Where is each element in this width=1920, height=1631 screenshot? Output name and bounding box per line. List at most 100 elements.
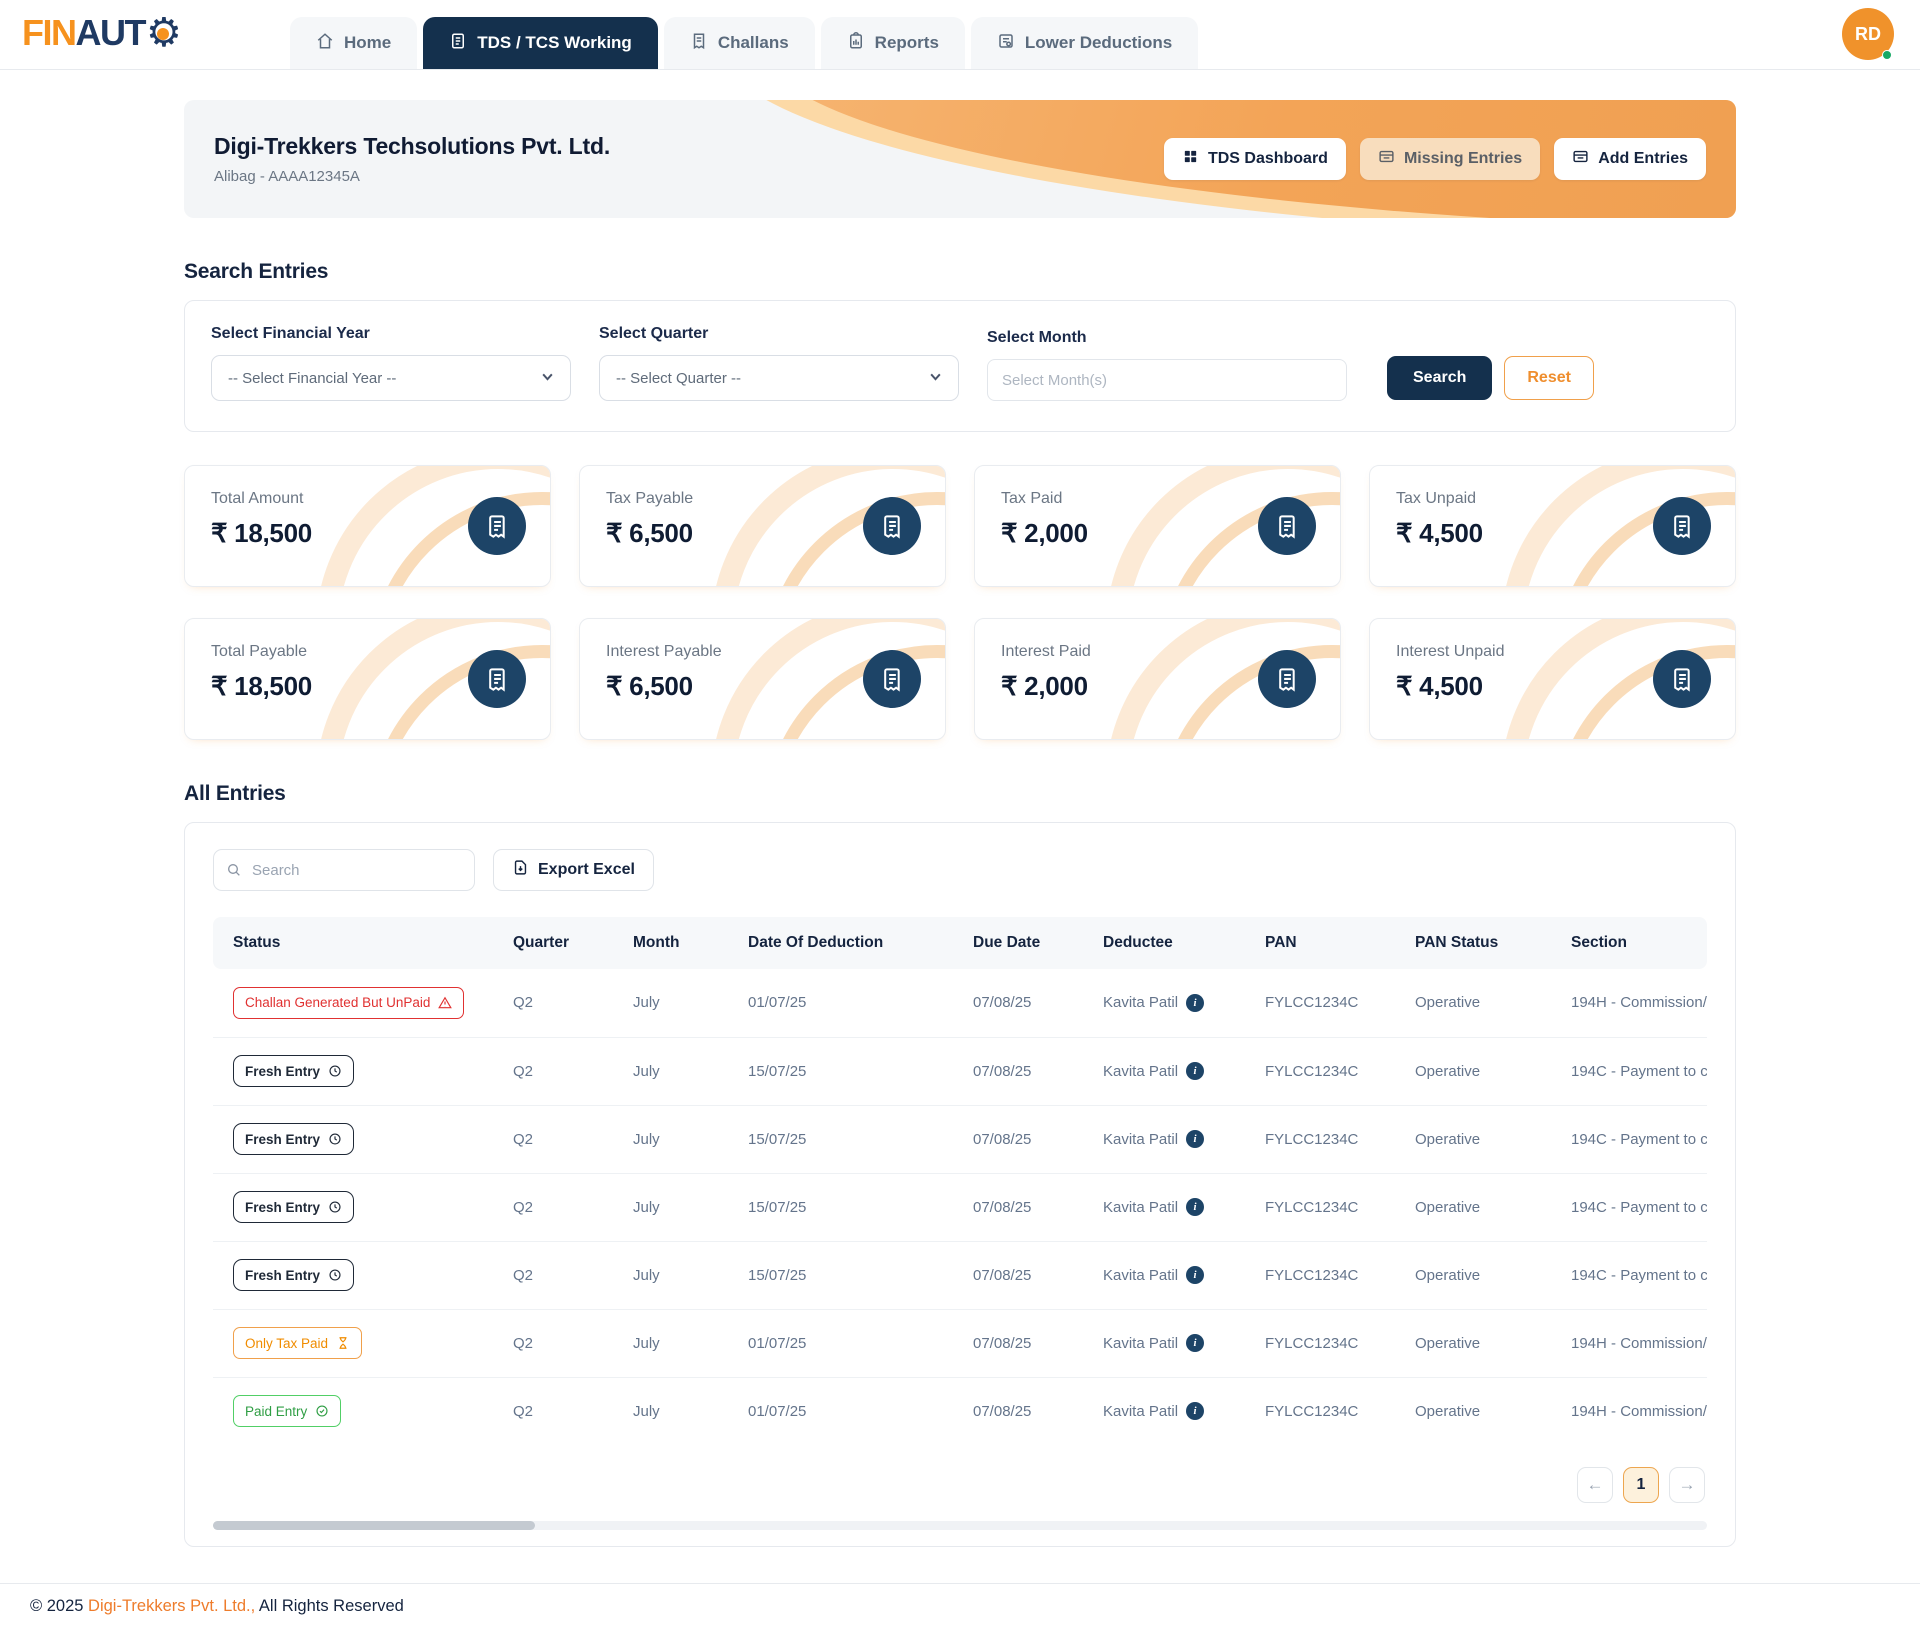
status-badge-fresh-entry: Fresh Entry — [233, 1055, 354, 1087]
cell-section: 194C - Payment to c — [1561, 1105, 1707, 1173]
stat-card-tax-paid: Tax Paid ₹ 2,000 — [974, 465, 1341, 587]
col-date-of-deduction: Date Of Deduction — [738, 917, 963, 969]
cell-pan: FYLCC1234C — [1255, 1377, 1405, 1445]
financial-year-select[interactable]: -- Select Financial Year -- — [211, 355, 571, 401]
col-deductee: Deductee — [1093, 917, 1255, 969]
tab-challans[interactable]: Challans — [664, 17, 815, 69]
home-icon — [316, 32, 334, 55]
info-icon[interactable]: i — [1186, 1198, 1204, 1216]
page-content: Digi-Trekkers Techsolutions Pvt. Ltd. Al… — [184, 70, 1736, 1583]
copyright-suffix: All Rights Reserved — [255, 1597, 404, 1615]
badge-label: Fresh Entry — [245, 1064, 320, 1079]
gear-icon: ⚙ — [146, 15, 180, 51]
stat-card-interest-paid: Interest Paid ₹ 2,000 — [974, 618, 1341, 740]
selected-value: -- Select Financial Year -- — [228, 370, 396, 387]
page-1-button[interactable]: 1 — [1623, 1467, 1659, 1503]
table-row: Only Tax Paid Q2 July 01/07/25 07/08/25 … — [213, 1309, 1707, 1377]
info-icon[interactable]: i — [1186, 994, 1204, 1012]
main-tabs: Home TDS / TCS Working Challans Reports … — [290, 17, 1198, 69]
table-row: Paid Entry Q2 July 01/07/25 07/08/25 Kav… — [213, 1377, 1707, 1445]
add-entries-button[interactable]: Add Entries — [1554, 138, 1706, 180]
cell-pan: FYLCC1234C — [1255, 1105, 1405, 1173]
cell-pan: FYLCC1234C — [1255, 969, 1405, 1037]
receipt-icon — [468, 650, 526, 708]
clock-icon — [328, 1200, 342, 1214]
reset-button[interactable]: Reset — [1504, 356, 1594, 400]
chevron-down-icon — [541, 370, 554, 387]
chevron-down-icon — [929, 370, 942, 387]
entries-table: Status Quarter Month Date Of Deduction D… — [213, 917, 1707, 1445]
table-row: Fresh Entry Q2 July 15/07/25 07/08/25 Ka… — [213, 1037, 1707, 1105]
prev-page-button[interactable]: ← — [1577, 1467, 1613, 1503]
company-link[interactable]: Digi-Trekkers Pvt. Ltd., — [88, 1597, 255, 1615]
info-icon[interactable]: i — [1186, 1402, 1204, 1420]
hourglass-icon — [336, 1336, 350, 1350]
table-row: Fresh Entry Q2 July 15/07/25 07/08/25 Ka… — [213, 1105, 1707, 1173]
tab-reports[interactable]: Reports — [821, 17, 965, 69]
tab-home[interactable]: Home — [290, 17, 417, 69]
cell-quarter: Q2 — [503, 1037, 623, 1105]
col-pan-status: PAN Status — [1405, 917, 1561, 969]
receipt-icon — [1258, 650, 1316, 708]
info-icon[interactable]: i — [1186, 1062, 1204, 1080]
cell-pan: FYLCC1234C — [1255, 1173, 1405, 1241]
cell-quarter: Q2 — [503, 1173, 623, 1241]
cell-date-of-deduction: 01/07/25 — [738, 969, 963, 1037]
cell-deductee: Kavita Patil — [1103, 994, 1178, 1011]
tab-label: Reports — [875, 33, 939, 53]
cell-date-of-deduction: 15/07/25 — [738, 1105, 963, 1173]
horizontal-scrollbar — [213, 1521, 1707, 1530]
quarter-field: Select Quarter -- Select Quarter -- — [599, 325, 959, 401]
finauto-logo[interactable]: FINAUT⚙ — [22, 12, 180, 54]
company-name: Digi-Trekkers Techsolutions Pvt. Ltd. — [214, 133, 610, 160]
user-menu: RD — [1842, 8, 1894, 60]
list-icon — [1378, 148, 1395, 170]
stats-grid: Total Amount ₹ 18,500 Tax Payable ₹ 6,50… — [184, 465, 1736, 740]
info-icon[interactable]: i — [1186, 1266, 1204, 1284]
cell-pan-status: Operative — [1405, 1241, 1561, 1309]
info-icon[interactable]: i — [1186, 1130, 1204, 1148]
next-page-button[interactable]: → — [1669, 1467, 1705, 1503]
cell-due-date: 07/08/25 — [963, 969, 1093, 1037]
missing-entries-button[interactable]: Missing Entries — [1360, 138, 1540, 180]
cell-date-of-deduction: 15/07/25 — [738, 1037, 963, 1105]
financial-year-label: Select Financial Year — [211, 325, 571, 343]
company-banner: Digi-Trekkers Techsolutions Pvt. Ltd. Al… — [184, 100, 1736, 218]
status-badge-paid-entry: Paid Entry — [233, 1395, 341, 1427]
status-badge-only-tax-paid: Only Tax Paid — [233, 1327, 362, 1359]
cell-month: July — [623, 1309, 738, 1377]
cell-deductee: Kavita Patil — [1103, 1267, 1178, 1284]
cell-section: 194H - Commission/ — [1561, 969, 1707, 1037]
all-entries-title: All Entries — [184, 782, 1736, 806]
quarter-select[interactable]: -- Select Quarter -- — [599, 355, 959, 401]
col-pan: PAN — [1255, 917, 1405, 969]
cell-date-of-deduction: 01/07/25 — [738, 1377, 963, 1445]
month-label: Select Month — [987, 329, 1347, 347]
table-search-input[interactable] — [213, 849, 475, 891]
cell-deductee: Kavita Patil — [1103, 1199, 1178, 1216]
entries-toolbar: Export Excel — [213, 849, 1707, 891]
col-month: Month — [623, 917, 738, 969]
status-badge-challan-unpaid: Challan Generated But UnPaid — [233, 987, 464, 1019]
badge-label: Fresh Entry — [245, 1132, 320, 1147]
cell-month: July — [623, 1241, 738, 1309]
month-input[interactable] — [987, 359, 1347, 401]
cell-deductee: Kavita Patil — [1103, 1063, 1178, 1080]
tab-label: Home — [344, 33, 391, 53]
clipboard-icon — [847, 32, 865, 55]
table-row: Fresh Entry Q2 July 15/07/25 07/08/25 Ka… — [213, 1241, 1707, 1309]
tds-dashboard-button[interactable]: TDS Dashboard — [1164, 138, 1346, 180]
receipt-icon — [1653, 650, 1711, 708]
tab-tds-tcs-working[interactable]: TDS / TCS Working — [423, 17, 658, 69]
tab-lower-deductions[interactable]: Lower Deductions — [971, 17, 1198, 69]
export-excel-button[interactable]: Export Excel — [493, 849, 654, 891]
financial-year-field: Select Financial Year -- Select Financia… — [211, 325, 571, 401]
info-icon[interactable]: i — [1186, 1334, 1204, 1352]
scrollbar-thumb[interactable] — [213, 1521, 535, 1530]
tab-label: TDS / TCS Working — [477, 33, 632, 53]
company-info: Digi-Trekkers Techsolutions Pvt. Ltd. Al… — [214, 133, 610, 185]
search-panel: Select Financial Year -- Select Financia… — [184, 300, 1736, 432]
table-header-row: Status Quarter Month Date Of Deduction D… — [213, 917, 1707, 969]
search-button[interactable]: Search — [1387, 356, 1492, 400]
receipt-icon — [1258, 497, 1316, 555]
